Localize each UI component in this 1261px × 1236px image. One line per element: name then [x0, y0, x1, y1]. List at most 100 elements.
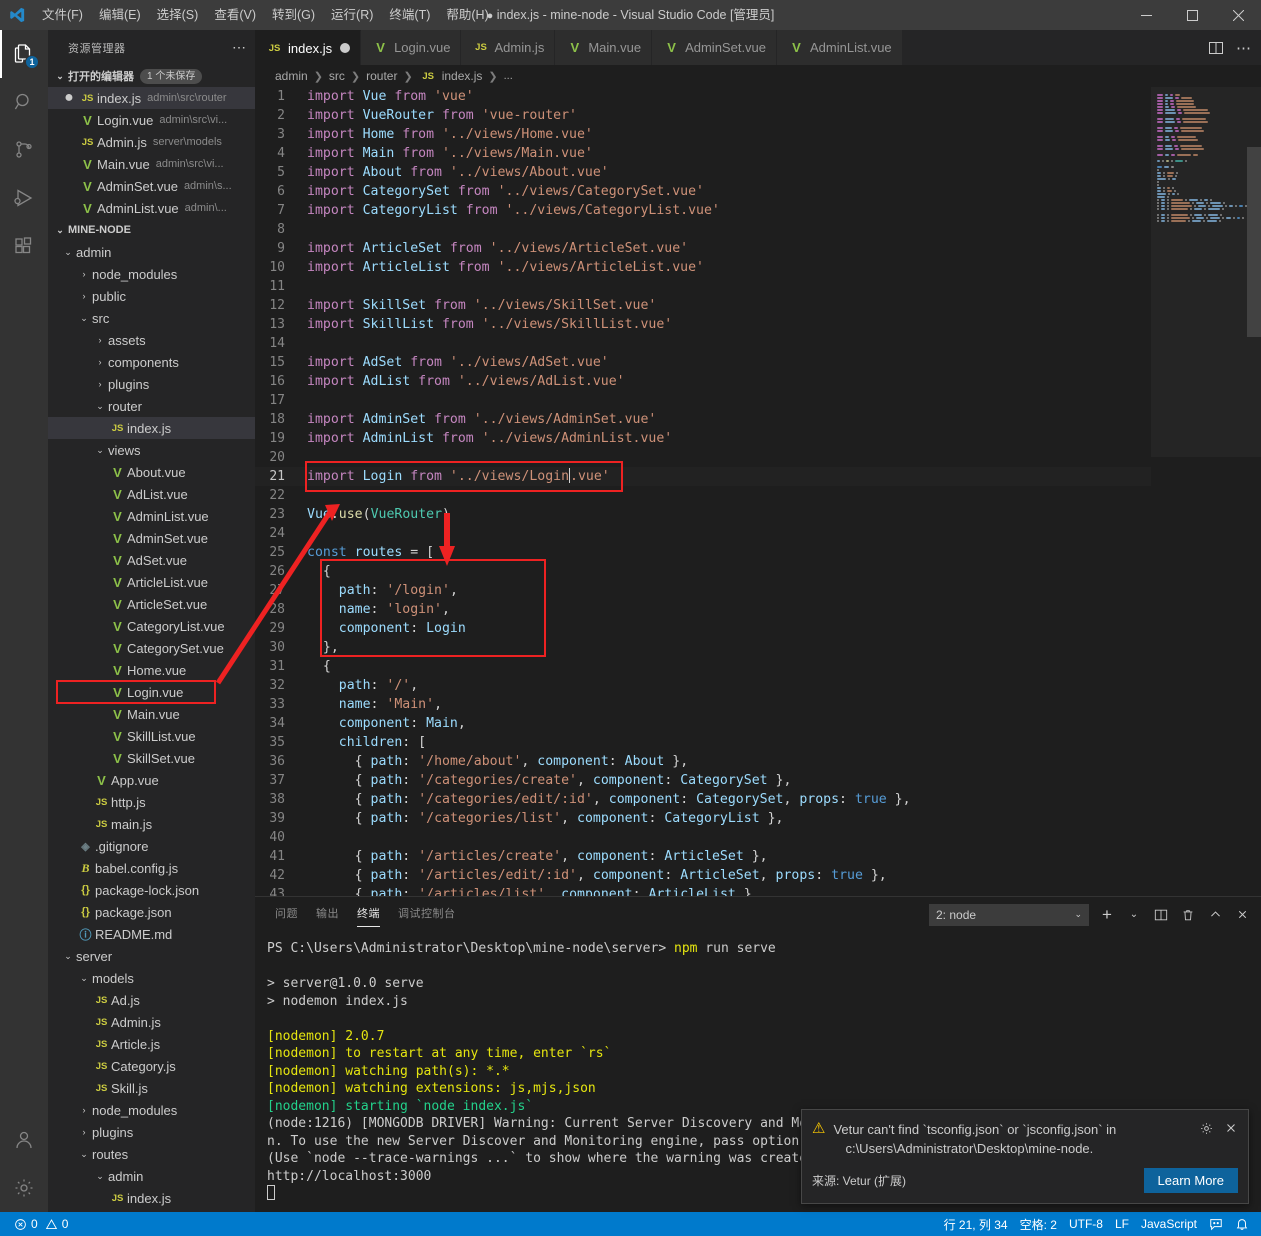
- tree-file[interactable]: V Main.vue: [48, 703, 255, 725]
- tree-folder[interactable]: › plugins: [48, 1121, 255, 1143]
- terminal-dropdown-icon[interactable]: ⌄: [1125, 906, 1143, 924]
- tree-file[interactable]: JS Ad.js: [48, 989, 255, 1011]
- tree-folder[interactable]: › plugins: [48, 373, 255, 395]
- tree-file[interactable]: V About.vue: [48, 461, 255, 483]
- tree-folder[interactable]: › components: [48, 351, 255, 373]
- project-root-header[interactable]: ⌄ MINE-NODE: [48, 219, 255, 241]
- panel-tab-problems[interactable]: 问题: [275, 897, 298, 932]
- tree-file[interactable]: V AdminList.vue: [48, 505, 255, 527]
- activity-account[interactable]: [0, 1116, 48, 1164]
- tree-file[interactable]: JS Category.js: [48, 1055, 255, 1077]
- tree-file[interactable]: V SkillList.vue: [48, 725, 255, 747]
- tree-folder[interactable]: ⌄ router: [48, 395, 255, 417]
- open-editors-header[interactable]: ⌄ 打开的编辑器 1 个未保存: [48, 65, 255, 87]
- editor-scroll-thumb[interactable]: [1247, 147, 1261, 337]
- tree-file[interactable]: V AdSet.vue: [48, 549, 255, 571]
- maximize-panel-icon[interactable]: [1206, 906, 1224, 924]
- tree-file[interactable]: {} package.json: [48, 901, 255, 923]
- status-encoding[interactable]: UTF-8: [1063, 1213, 1109, 1235]
- close-icon[interactable]: [1224, 1121, 1238, 1138]
- breadcrumb-item-admin[interactable]: admin: [275, 69, 308, 83]
- tree-folder[interactable]: ⌄ server: [48, 945, 255, 967]
- tree-file[interactable]: V ArticleList.vue: [48, 571, 255, 593]
- tree-file[interactable]: ◈ .gitignore: [48, 835, 255, 857]
- editor-tab[interactable]: V AdminList.vue: [777, 30, 903, 65]
- tree-file[interactable]: V Home.vue: [48, 659, 255, 681]
- new-terminal-icon[interactable]: +: [1098, 905, 1116, 924]
- minimize-button[interactable]: [1123, 0, 1169, 30]
- open-editor-item[interactable]: V AdminSet.vue admin\s...: [48, 175, 255, 197]
- tree-folder[interactable]: › node_modules: [48, 1099, 255, 1121]
- activity-search[interactable]: [0, 78, 48, 126]
- tree-folder[interactable]: › public: [48, 285, 255, 307]
- status-line-col[interactable]: 行 21, 列 34: [938, 1213, 1014, 1235]
- tree-file[interactable]: JS Article.js: [48, 1033, 255, 1055]
- activity-explorer[interactable]: 1: [0, 30, 48, 78]
- status-indentation[interactable]: 空格: 2: [1014, 1213, 1063, 1235]
- minimap[interactable]: [1151, 87, 1261, 896]
- editor-tab[interactable]: V AdminSet.vue: [652, 30, 778, 65]
- editor-tab[interactable]: V Login.vue: [361, 30, 462, 65]
- tree-file[interactable]: JS Skill.js: [48, 1077, 255, 1099]
- tree-file[interactable]: V SkillSet.vue: [48, 747, 255, 769]
- tree-file[interactable]: JS main.js: [48, 813, 255, 835]
- tree-file[interactable]: JS index.js: [48, 417, 255, 439]
- tree-folder[interactable]: › node_modules: [48, 263, 255, 285]
- panel-tab-output[interactable]: 输出: [316, 897, 339, 932]
- tree-file[interactable]: V App.vue: [48, 769, 255, 791]
- terminal-selector[interactable]: 2: node ⌄: [929, 903, 1089, 926]
- editor-tab[interactable]: JS index.js: [255, 30, 362, 65]
- editor-scrollbar[interactable]: [1247, 87, 1261, 896]
- editor-tab[interactable]: V Main.vue: [555, 30, 653, 65]
- tree-file[interactable]: V Login.vue: [48, 681, 255, 703]
- close-panel-icon[interactable]: [1233, 906, 1251, 924]
- code-surface[interactable]: 1 import Vue from 'vue' 2 import VueRouter …: [255, 87, 1151, 896]
- tree-file[interactable]: V CategoryList.vue: [48, 615, 255, 637]
- status-notifications[interactable]: [1229, 1213, 1255, 1235]
- split-terminal-icon[interactable]: [1152, 906, 1170, 924]
- breadcrumb-item-src[interactable]: src: [329, 69, 345, 83]
- open-editor-item[interactable]: ● JS index.js admin\src\router: [48, 87, 255, 109]
- status-language-mode[interactable]: JavaScript: [1135, 1213, 1203, 1235]
- split-editor-icon[interactable]: [1208, 40, 1224, 56]
- tree-folder[interactable]: ⌄ admin: [48, 1165, 255, 1187]
- tree-file[interactable]: V AdminSet.vue: [48, 527, 255, 549]
- menu-run[interactable]: 运行(R): [323, 0, 381, 30]
- tree-file[interactable]: {} package-lock.json: [48, 879, 255, 901]
- menu-terminal[interactable]: 终端(T): [381, 0, 438, 30]
- activity-extensions[interactable]: [0, 222, 48, 270]
- breadcrumb-item-file[interactable]: index.js: [442, 69, 483, 83]
- tree-file[interactable]: JS index.js: [48, 1187, 255, 1209]
- maximize-button[interactable]: [1169, 0, 1215, 30]
- tree-file[interactable]: V AdList.vue: [48, 483, 255, 505]
- tree-folder[interactable]: › assets: [48, 329, 255, 351]
- tree-file[interactable]: Bbabel.config.js: [48, 857, 255, 879]
- more-actions-icon[interactable]: ⋯: [1236, 39, 1251, 57]
- kill-terminal-icon[interactable]: [1179, 906, 1197, 924]
- activity-source-control[interactable]: [0, 126, 48, 174]
- tab-dirty-dot-icon[interactable]: [340, 43, 351, 53]
- panel-tab-debug-console[interactable]: 调试控制台: [398, 897, 456, 932]
- close-button[interactable]: [1215, 0, 1261, 30]
- menu-edit[interactable]: 编辑(E): [91, 0, 149, 30]
- breadcrumb-item-router[interactable]: router: [366, 69, 397, 83]
- tree-folder[interactable]: ⌄ models: [48, 967, 255, 989]
- gear-icon[interactable]: [1199, 1121, 1214, 1139]
- status-feedback[interactable]: [1203, 1213, 1229, 1235]
- menu-help[interactable]: 帮助(H): [438, 0, 496, 30]
- tree-file[interactable]: ⓘ README.md: [48, 923, 255, 945]
- panel-tab-terminal[interactable]: 终端: [357, 897, 380, 932]
- tree-folder[interactable]: ⌄ src: [48, 307, 255, 329]
- menu-file[interactable]: 文件(F): [34, 0, 91, 30]
- editor-tab[interactable]: JS Admin.js: [461, 30, 556, 65]
- tree-file[interactable]: JS Admin.js: [48, 1011, 255, 1033]
- breadcrumb-item-symbols[interactable]: ...: [504, 70, 513, 82]
- open-editor-item[interactable]: JS Admin.js server\models: [48, 131, 255, 153]
- learn-more-button[interactable]: Learn More: [1143, 1168, 1238, 1193]
- menu-view[interactable]: 查看(V): [206, 0, 264, 30]
- tree-folder[interactable]: ⌄ views: [48, 439, 255, 461]
- tree-file[interactable]: V ArticleSet.vue: [48, 593, 255, 615]
- status-problems[interactable]: 0 0: [8, 1213, 74, 1235]
- activity-run-debug[interactable]: [0, 174, 48, 222]
- sidebar-more-icon[interactable]: ⋯: [232, 39, 247, 56]
